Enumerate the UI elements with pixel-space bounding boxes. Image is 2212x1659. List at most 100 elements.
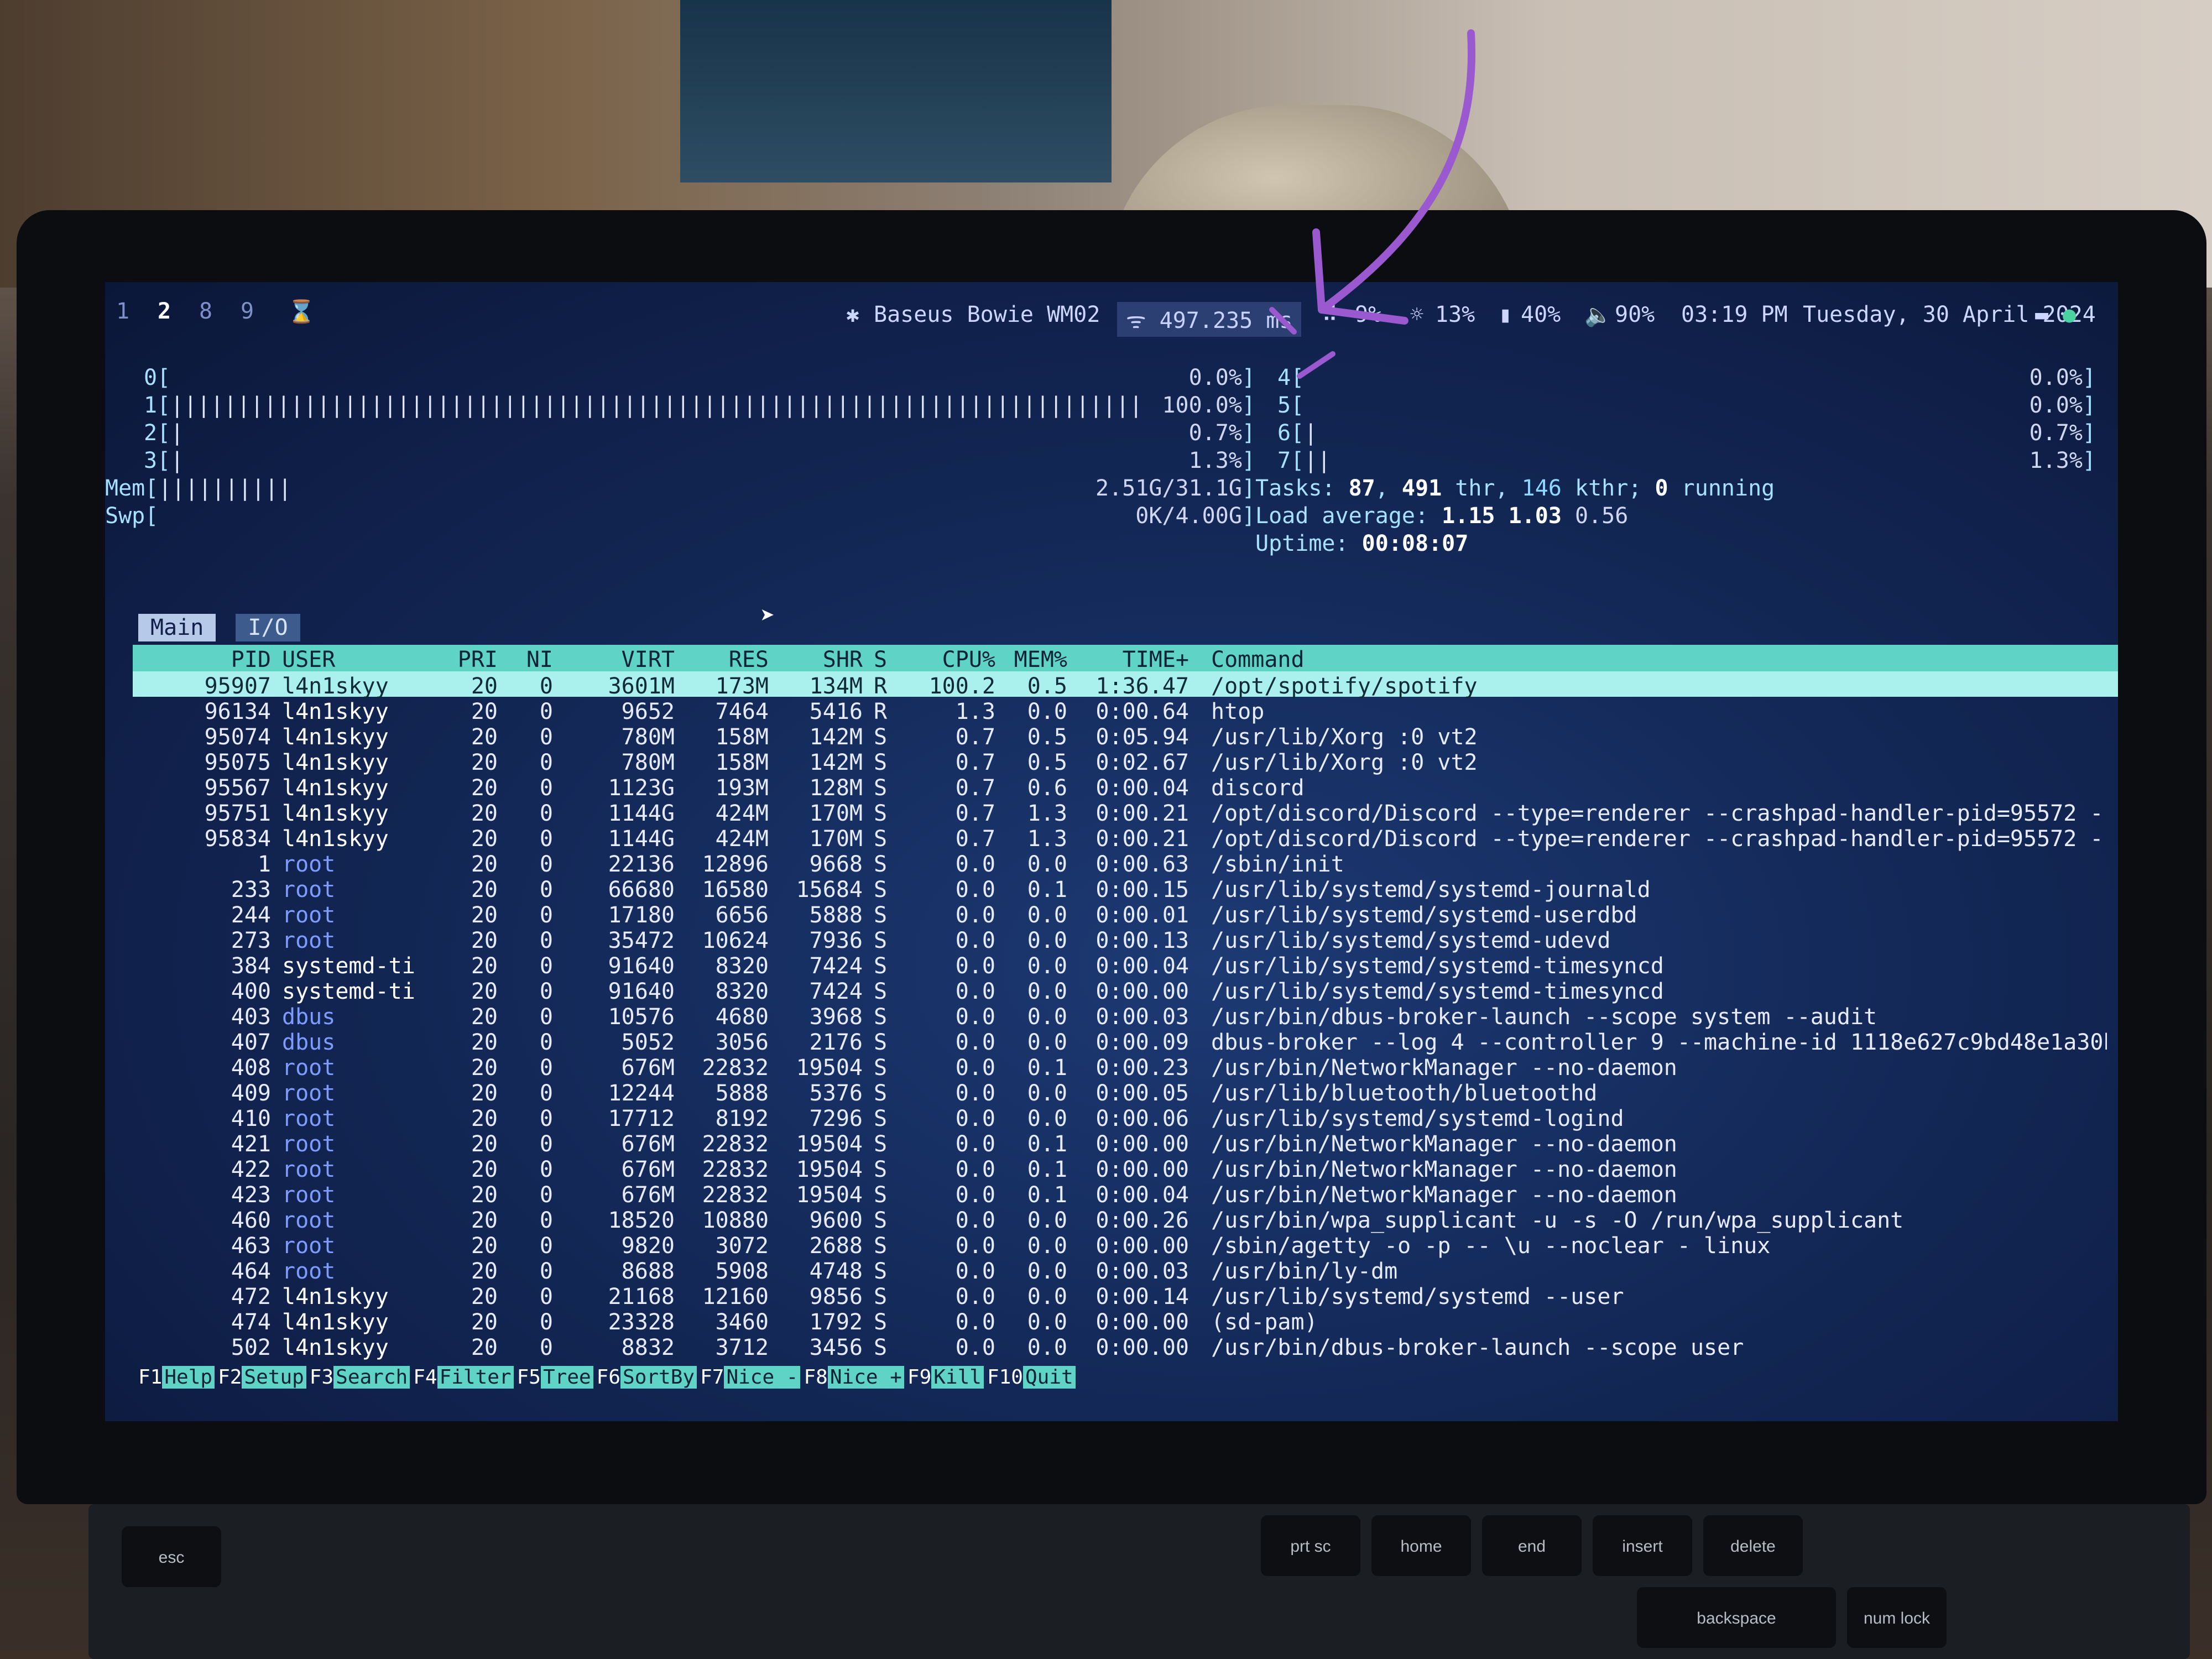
table-row[interactable]: 421 root 20 0 676M 22832 19504 S 0.0 0.1 0:00.00/u… bbox=[133, 1129, 2118, 1157]
cell-time: 0:00.00 bbox=[1095, 1335, 1189, 1360]
col-time[interactable]: TIME+ bbox=[1078, 647, 1189, 672]
fkey-f5[interactable]: F5 bbox=[517, 1366, 541, 1389]
table-row[interactable]: 423 root 20 0 676M 22832 19504 S 0.0 0.1 0:00.04/u… bbox=[133, 1180, 2118, 1208]
table-row[interactable]: 244 root 20 0 17180 6656 5888 S 0.0 0.0 0:00.01/us… bbox=[133, 900, 2118, 928]
fkey-label-quit[interactable]: Quit bbox=[1022, 1366, 1076, 1389]
col-ni[interactable]: NI bbox=[509, 647, 553, 672]
cell-virt: 23328 bbox=[608, 1310, 675, 1335]
table-row[interactable]: 502 l4n1skyy 20 0 8832 3712 3456 S 0.0 0.0 0:00.00… bbox=[133, 1333, 2118, 1360]
table-row[interactable]: 384 systemd-ti 20 0 91640 8320 7424 S 0.0 0.0 0:00… bbox=[133, 951, 2118, 979]
table-row[interactable]: 474 l4n1skyy 20 0 23328 3460 1792 S 0.0 0.0 0:00.0… bbox=[133, 1307, 2118, 1335]
cell-user: root bbox=[282, 928, 336, 953]
tab-main[interactable]: Main bbox=[138, 614, 216, 641]
cell-res: 10624 bbox=[702, 928, 769, 953]
col-cpu[interactable]: CPU% bbox=[907, 647, 995, 672]
fkey-f3[interactable]: F3 bbox=[310, 1366, 333, 1389]
cell-pid: 422 bbox=[231, 1157, 271, 1182]
cell-virt: 18520 bbox=[608, 1208, 675, 1233]
volume-level[interactable]: 90% bbox=[1615, 302, 1655, 327]
cell-res: 12160 bbox=[702, 1284, 769, 1310]
key-end[interactable]: end bbox=[1482, 1515, 1582, 1576]
tab-io[interactable]: I/O bbox=[236, 614, 300, 641]
fkey-f10[interactable]: F10 bbox=[987, 1366, 1023, 1389]
table-row[interactable]: 95834 l4n1skyy 20 0 1144G 424M 170M S 0.7 1.3 0:00… bbox=[133, 824, 2118, 852]
table-row[interactable]: 273 root 20 0 35472 10624 7936 S 0.0 0.0 0:00.13/u… bbox=[133, 926, 2118, 953]
fkey-label-nice[interactable]: Nice - bbox=[724, 1366, 801, 1389]
table-row[interactable]: 472 l4n1skyy 20 0 21168 12160 9856 S 0.0 0.0 0:00.… bbox=[133, 1282, 2118, 1310]
col-mem[interactable]: MEM% bbox=[995, 647, 1067, 672]
key-insert[interactable]: insert bbox=[1593, 1515, 1692, 1576]
table-row[interactable]: 95567 l4n1skyy 20 0 1123G 193M 128M S 0.7 0.6 0:00… bbox=[133, 773, 2118, 801]
fkey-f7[interactable]: F7 bbox=[700, 1366, 724, 1389]
cell-cpu: 0.0 bbox=[955, 877, 995, 902]
key-numlock[interactable]: num lock bbox=[1847, 1587, 1947, 1648]
table-row[interactable]: 463 root 20 0 9820 3072 2688 S 0.0 0.0 0:00.00/sbi… bbox=[133, 1231, 2118, 1259]
cell-virt: 17180 bbox=[608, 902, 675, 928]
workspace-1[interactable]: 1 bbox=[116, 299, 129, 324]
brightness-level[interactable]: 13% bbox=[1435, 302, 1475, 327]
key-backspace[interactable]: backspace bbox=[1637, 1587, 1836, 1648]
cell-mem: 0.5 bbox=[1027, 724, 1067, 750]
table-row[interactable]: 400 systemd-ti 20 0 91640 8320 7424 S 0.0 0.0 0:00… bbox=[133, 977, 2118, 1004]
fkey-f6[interactable]: F6 bbox=[597, 1366, 620, 1389]
table-row[interactable]: 95075 l4n1skyy 20 0 780M 158M 142M S 0.7 0.5 0:02.… bbox=[133, 748, 2118, 775]
fkey-label-help[interactable]: Help bbox=[162, 1366, 215, 1389]
cell-shr: 7424 bbox=[809, 953, 863, 979]
cell-shr: 142M bbox=[809, 750, 863, 775]
fkey-label-filter[interactable]: Filter bbox=[437, 1366, 514, 1389]
fkey-label-kill[interactable]: Kill bbox=[931, 1366, 984, 1389]
fkey-label-nice[interactable]: Nice + bbox=[827, 1366, 904, 1389]
table-row[interactable]: 410 root 20 0 17712 8192 7296 S 0.0 0.0 0:00.06/us… bbox=[133, 1104, 2118, 1131]
workspace-9[interactable]: 9 bbox=[241, 299, 254, 324]
col-user[interactable]: USER bbox=[282, 647, 335, 672]
cell-ni: 0 bbox=[539, 979, 553, 1004]
key-home[interactable]: home bbox=[1371, 1515, 1471, 1576]
volume-icon: 🔈 bbox=[1584, 302, 1612, 328]
table-row[interactable]: 464 root 20 0 8688 5908 4748 S 0.0 0.0 0:00.03/usr… bbox=[133, 1256, 2118, 1284]
fkey-label-setup[interactable]: Setup bbox=[242, 1366, 306, 1389]
network-latency[interactable]: ᯤ 497.235 ms bbox=[1117, 302, 1302, 337]
load-average: Load average: 1.15 1.03 0.56 bbox=[1255, 503, 1629, 529]
workspace-2[interactable]: 2 bbox=[158, 299, 171, 324]
col-virt[interactable]: VIRT bbox=[564, 647, 675, 672]
table-row[interactable]: 233 root 20 0 66680 16580 15684 S 0.0 0.1 0:00.15 /… bbox=[133, 875, 2118, 902]
table-row[interactable]: 409 root 20 0 12244 5888 5376 S 0.0 0.0 0:00.05/us… bbox=[133, 1078, 2118, 1106]
fkey-label-tree[interactable]: Tree bbox=[540, 1366, 593, 1389]
table-row[interactable]: 460 root 20 0 18520 10880 9600 S 0.0 0.0 0:00.26/u… bbox=[133, 1206, 2118, 1233]
table-row[interactable]: 95907 l4n1skyy 20 0 3601M 173M 134M R 100.2 0.5 1:… bbox=[133, 671, 2118, 699]
fkey-f4[interactable]: F4 bbox=[413, 1366, 437, 1389]
table-row[interactable]: 407 dbus 20 0 5052 3056 2176 S 0.0 0.0 0:00.09 dbus… bbox=[133, 1027, 2118, 1055]
fkey-label-search[interactable]: Search bbox=[333, 1366, 410, 1389]
tray-icon[interactable]: ▬ bbox=[2035, 302, 2048, 327]
fkey-f8[interactable]: F8 bbox=[804, 1366, 827, 1389]
key-esc[interactable]: esc bbox=[122, 1526, 221, 1587]
table-row[interactable]: 1 root 20 0 22136 12896 9668 S 0.0 0.0 0:00.63/sbi… bbox=[133, 849, 2118, 877]
cpu-meter-6-value: 0.7%] bbox=[2029, 420, 2096, 446]
col-state[interactable]: S bbox=[874, 647, 887, 672]
cell-state: S bbox=[874, 750, 888, 775]
col-pri[interactable]: PRI bbox=[431, 647, 498, 672]
table-row[interactable]: 96134 l4n1skyy 20 0 9652 7464 5416 R 1.3 0.0 0:00.… bbox=[133, 697, 2118, 724]
cell-shr: 5376 bbox=[809, 1081, 863, 1106]
table-row[interactable]: 403 dbus 20 0 10576 4680 3968 S 0.0 0.0 0:00.03/us… bbox=[133, 1002, 2118, 1030]
fkey-f2[interactable]: F2 bbox=[218, 1366, 242, 1389]
cell-res: 158M bbox=[715, 750, 769, 775]
col-pid[interactable]: PID bbox=[133, 647, 271, 672]
cpu-meter-6: 6[| bbox=[1277, 420, 1318, 446]
col-shr[interactable]: SHR bbox=[774, 647, 863, 672]
workspace-8[interactable]: 8 bbox=[199, 299, 212, 324]
col-command[interactable]: Command bbox=[1211, 647, 1305, 672]
table-row[interactable]: 95074 l4n1skyy 20 0 780M 158M 142M S 0.7 0.5 0:05.… bbox=[133, 722, 2118, 750]
key-delete[interactable]: delete bbox=[1703, 1515, 1803, 1576]
table-row[interactable]: 422 root 20 0 676M 22832 19504 S 0.0 0.1 0:00.00/u… bbox=[133, 1155, 2118, 1182]
cell-res: 5888 bbox=[715, 1081, 769, 1106]
key-prtsc[interactable]: prt sc bbox=[1261, 1515, 1360, 1576]
bluetooth-icon: ✱ bbox=[846, 302, 860, 327]
bluetooth-device[interactable]: Baseus Bowie WM02 bbox=[874, 302, 1100, 327]
table-row[interactable]: 95751 l4n1skyy 20 0 1144G 424M 170M S 0.7 1.3 0:00… bbox=[133, 799, 2118, 826]
table-row[interactable]: 408 root 20 0 676M 22832 19504 S 0.0 0.1 0:00.23/u… bbox=[133, 1053, 2118, 1081]
fkey-f1[interactable]: F1 bbox=[138, 1366, 162, 1389]
fkey-f9[interactable]: F9 bbox=[907, 1366, 931, 1389]
col-res[interactable]: RES bbox=[680, 647, 769, 672]
fkey-label-sortby[interactable]: SortBy bbox=[620, 1366, 697, 1389]
